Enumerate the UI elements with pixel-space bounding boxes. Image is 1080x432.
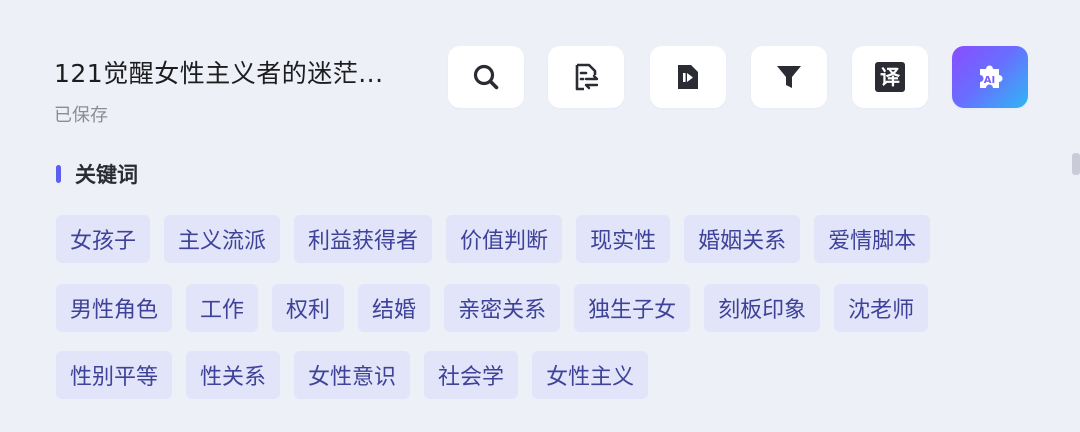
keyword-tag[interactable]: 刻板印象 [704, 284, 821, 332]
keyword-tag[interactable]: 女孩子 [56, 215, 151, 263]
keyword-tag[interactable]: 女性主义 [532, 351, 649, 399]
keywords-section-label: 关键词 [75, 163, 138, 187]
keyword-tag[interactable]: 工作 [186, 284, 259, 332]
keyword-tag[interactable]: 性别平等 [56, 351, 173, 399]
translate-button[interactable]: 译 [852, 46, 928, 108]
keyword-row-3: 性别平等 性关系 女性意识 社会学 女性主义 [56, 351, 649, 399]
keyword-tag[interactable]: 主义流派 [164, 215, 281, 263]
keyword-tag[interactable]: 结婚 [358, 284, 431, 332]
keyword-tag[interactable]: 独生子女 [574, 284, 691, 332]
keyword-tag[interactable]: 沈老师 [834, 284, 929, 332]
keyword-tag[interactable]: 利益获得者 [294, 215, 433, 263]
document-convert-icon [575, 63, 599, 91]
section-accent-bar [56, 165, 61, 183]
keyword-row-2: 男性角色 工作 权利 结婚 亲密关系 独生子女 刻板印象 沈老师 [56, 284, 929, 332]
keyword-tag[interactable]: 权利 [272, 284, 345, 332]
keyword-tag[interactable]: 爱情脚本 [814, 215, 931, 263]
ai-assistant-button[interactable]: AI [952, 46, 1028, 108]
search-icon [473, 64, 499, 90]
search-button[interactable] [448, 46, 524, 108]
keyword-tag[interactable]: 男性角色 [56, 284, 173, 332]
play-document-icon [678, 65, 698, 89]
keyword-tag[interactable]: 价值判断 [446, 215, 563, 263]
keyword-tag[interactable]: 女性意识 [294, 351, 411, 399]
scrollbar-thumb[interactable] [1072, 153, 1080, 175]
play-document-button[interactable] [650, 46, 726, 108]
keyword-tag[interactable]: 现实性 [576, 215, 671, 263]
toolbar: 译 AI [0, 46, 1080, 108]
ai-glyph: AI [984, 75, 995, 86]
keyword-tag[interactable]: 亲密关系 [444, 284, 561, 332]
keyword-tag[interactable]: 婚姻关系 [684, 215, 801, 263]
translate-glyph: 译 [880, 65, 901, 89]
convert-document-button[interactable] [548, 46, 624, 108]
translate-icon: 译 [875, 62, 905, 92]
filter-button[interactable] [751, 46, 827, 108]
keywords-section-header: 关键词 [56, 158, 138, 190]
ai-plugin-icon: AI [980, 65, 1003, 88]
filter-icon [777, 66, 801, 88]
header: 121觉醒女性主义者的迷茫... 已保存 译 AI [0, 0, 1080, 140]
keyword-tag[interactable]: 性关系 [186, 351, 281, 399]
keyword-row-1: 女孩子 主义流派 利益获得者 价值判断 现实性 婚姻关系 爱情脚本 [56, 215, 931, 263]
keyword-tag[interactable]: 社会学 [424, 351, 519, 399]
